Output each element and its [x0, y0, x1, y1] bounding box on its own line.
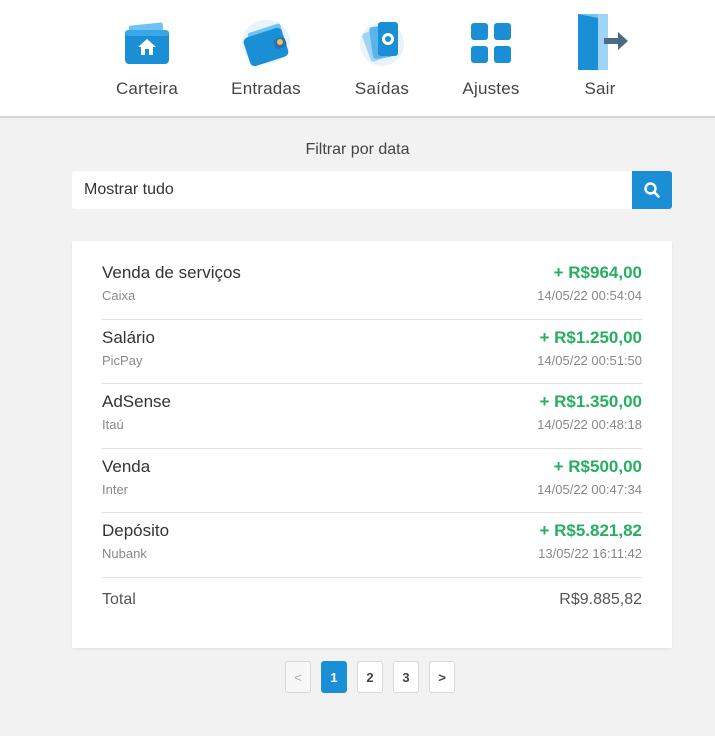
transaction-amount: + R$5.821,82	[539, 521, 642, 541]
transaction-list: Venda de serviços Caixa + R$964,00 14/05…	[102, 255, 642, 578]
total-label: Total	[102, 591, 136, 608]
transaction-account: Nubank	[102, 546, 147, 562]
next-page-button[interactable]: >	[429, 661, 455, 693]
wallet-home-icon	[115, 10, 179, 74]
transaction-name: Venda	[102, 456, 151, 476]
transaction-account: PicPay	[102, 352, 143, 368]
pagination: < 1 2 3 >	[285, 661, 455, 693]
transaction-date: 13/05/22 16:11:42	[538, 546, 642, 562]
transaction-date: 14/05/22 00:47:34	[537, 481, 642, 497]
nav-item-entradas[interactable]: Entradas	[216, 10, 316, 105]
total-value: R$9.885,82	[559, 591, 642, 608]
transaction-amount: + R$1.350,00	[539, 392, 642, 412]
nav-item-ajustes[interactable]: Ajustes	[441, 10, 541, 105]
exit-door-icon	[568, 10, 632, 74]
transaction-account: Inter	[102, 481, 129, 497]
transactions-card: Venda de serviços Caixa + R$964,00 14/05…	[72, 241, 672, 648]
wallet-in-icon	[234, 10, 298, 74]
nav-label-entradas: Entradas	[231, 79, 301, 98]
transaction-row[interactable]: Depósito Nubank + R$5.821,82 13/05/22 16…	[102, 513, 642, 578]
nav-label-ajustes: Ajustes	[462, 79, 520, 98]
transaction-row[interactable]: Venda de serviços Caixa + R$964,00 14/05…	[102, 255, 642, 320]
filter-title: Filtrar por data	[305, 141, 410, 158]
page-button-3[interactable]: 3	[393, 661, 419, 693]
transaction-name: Depósito	[102, 521, 170, 541]
total-row: Total R$9.885,82	[102, 591, 642, 615]
transaction-name: AdSense	[102, 392, 171, 412]
transaction-account: Caixa	[102, 288, 136, 303]
transaction-name: Salário	[102, 327, 155, 347]
nav-item-carteira[interactable]: Carteira	[97, 10, 197, 105]
transaction-row[interactable]: Salário PicPay + R$1.250,00 14/05/22 00:…	[102, 320, 642, 385]
search-button[interactable]	[632, 171, 672, 209]
prev-page-button[interactable]: <	[285, 661, 311, 693]
page-button-1[interactable]: 1	[321, 661, 347, 693]
money-out-icon	[350, 10, 414, 74]
transaction-row[interactable]: AdSense Itaú + R$1.350,00 14/05/22 00:48…	[102, 384, 642, 449]
transaction-amount: + R$500,00	[553, 456, 642, 476]
transaction-amount: + R$964,00	[553, 263, 642, 282]
date-filter-input[interactable]	[72, 171, 632, 209]
transaction-row[interactable]: Venda Inter + R$500,00 14/05/22 00:47:34	[102, 449, 642, 514]
nav-label-carteira: Carteira	[115, 79, 179, 98]
transaction-date: 14/05/22 00:54:04	[537, 288, 642, 303]
transaction-amount: + R$1.250,00	[539, 327, 642, 347]
nav-item-saidas[interactable]: Saídas	[332, 10, 432, 105]
transaction-date: 14/05/22 00:48:18	[537, 417, 642, 433]
date-filter	[72, 171, 672, 209]
nav-item-sair[interactable]: Sair	[550, 10, 650, 105]
transaction-account: Itaú	[102, 417, 124, 433]
nav-label-saidas: Saídas	[354, 79, 410, 98]
transaction-name: Venda de serviços	[102, 263, 241, 282]
page-button-2[interactable]: 2	[357, 661, 383, 693]
grid-settings-icon	[459, 10, 523, 74]
nav-label-sair: Sair	[584, 79, 616, 98]
search-icon	[644, 182, 660, 198]
top-nav: Carteira Entradas Saídas Ajustes Sair	[0, 0, 715, 118]
transaction-date: 14/05/22 00:51:50	[537, 352, 642, 368]
